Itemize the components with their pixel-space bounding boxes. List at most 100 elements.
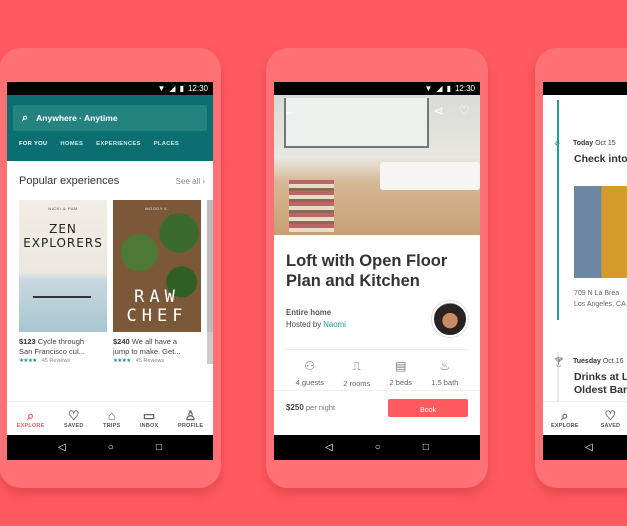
tab-profile[interactable]: ♙ PROFILE [177, 407, 204, 429]
card-cover-image [207, 200, 213, 332]
host-name-link[interactable]: Naomi [323, 320, 346, 329]
card-description: $123 Cycle through San Francisco cul... [19, 337, 107, 356]
heart-icon: ♡ [67, 407, 80, 423]
listing-photo: ← ⋖ ♡ [274, 95, 480, 235]
listing-title: Loft with Open Floor Plan and Kitchen [286, 252, 448, 290]
card-desc-1: We all have a [131, 337, 178, 346]
event-address: 709 N La Brea Los Angeles, CA [574, 288, 626, 310]
tab-label: TRIPS [103, 422, 121, 429]
window-illustration [284, 98, 429, 148]
event-date: Today Oct 15 [573, 140, 627, 147]
search-input[interactable]: ⌕ Anywhere · Anytime [13, 105, 207, 131]
tab-explore[interactable]: ⌕ EXPLORE [551, 407, 579, 429]
bed-icon: ▤ [395, 359, 407, 373]
event-title: Check into [574, 153, 627, 165]
trip-event[interactable]: 🍸︎ Tuesday Oct 16 Drinks at L Oldest Bar [553, 357, 627, 397]
tab-homes[interactable]: HOMES [60, 141, 83, 161]
system-nav-bar: ◁ [543, 435, 627, 460]
search-icon: ⌕ [26, 407, 35, 423]
card-desc-2: jump to make. Get... [113, 346, 181, 356]
tab-experiences[interactable]: EXPERIENCES [96, 141, 141, 161]
tab-label: SAVED [600, 422, 621, 429]
back-icon[interactable]: ◁ [58, 442, 66, 453]
amenity-bath: ♨ 1.5 bath [431, 359, 458, 388]
heart-icon[interactable]: ♡ [458, 103, 470, 119]
listing-type: Entire home [286, 308, 332, 317]
tab-label: INBOX [139, 422, 159, 429]
amenity-label: 2 beds [389, 378, 413, 387]
star-rating: ★★★★ [113, 358, 131, 364]
bath-icon: ♨ [439, 359, 451, 373]
share-icon[interactable]: ⋖ [433, 103, 444, 119]
book-button[interactable]: Book [388, 399, 468, 417]
home-icon[interactable]: ○ [375, 442, 381, 453]
listing-screen: ▼ ◢ ▮ 12:30 ← ⋖ ♡ Loft with Open Floor P… [274, 82, 480, 460]
experience-card[interactable]: WOODY K. RAW CHEF $240 We all have a jump… [113, 200, 201, 364]
experience-cards: NICKI & PAM ZEN EXPLORERS $123 Cycle thr… [7, 187, 213, 364]
phone-trips: ⚘ Today Oct 15 Check into 709 N La Brea L… [535, 48, 627, 488]
card-description: $240 We all have a jump to make. Get... [113, 337, 201, 356]
tab-saved[interactable]: ♡ SAVED [600, 407, 621, 429]
back-icon[interactable]: ◁ [325, 442, 333, 453]
bed-illustration [380, 162, 480, 190]
host-row: Entire home Hosted by Naomi [274, 291, 480, 337]
back-arrow-icon[interactable]: ← [284, 103, 297, 118]
top-tabs: FOR YOU HOMES EXPERIENCES PLACES [13, 131, 207, 170]
cover-title: RAW CHEF [126, 287, 188, 326]
tab-trips[interactable]: ⌂ TRIPS [103, 408, 121, 429]
cover-subtitle: NICKI & PAM [48, 206, 78, 211]
timeline-line [557, 100, 559, 320]
event-date: Tuesday Oct 16 [573, 358, 627, 365]
tab-label: SAVED [64, 422, 84, 429]
status-bar: ▼ ◢ ▮ 12:30 [7, 82, 213, 95]
amenity-guests: ⚇ 4 guests [296, 359, 324, 388]
recents-icon[interactable]: □ [156, 442, 162, 453]
event-title-1: Drinks at L [574, 371, 627, 383]
address-line-2: Los Angeles, CA [574, 301, 626, 308]
tab-explore[interactable]: ⌕ EXPLORE [17, 407, 45, 429]
address-line-1: 709 N La Brea [574, 290, 620, 297]
card-rating: ★★★★ 45 Reviews [19, 358, 107, 364]
amenity-rooms: ⎍ 2 rooms [343, 359, 370, 388]
tab-places[interactable]: PLACES [154, 141, 179, 161]
experience-card-partial[interactable] [207, 200, 213, 364]
cover-title: ZEN EXPLORERS [23, 222, 103, 250]
boat-illustration [33, 296, 91, 298]
card-rating: ★★★★ 45 Reviews [113, 358, 201, 364]
home-icon[interactable]: ○ [108, 442, 114, 453]
tab-label: EXPLORE [551, 422, 579, 429]
tab-saved[interactable]: ♡ SAVED [64, 407, 84, 429]
cover-subtitle: WOODY K. [144, 206, 170, 211]
wifi-icon: ▼ [157, 84, 166, 93]
battery-icon: ▮ [179, 84, 184, 93]
card-cover-image: WOODY K. RAW CHEF [113, 200, 201, 332]
event-title: Drinks at L Oldest Bar [574, 371, 627, 397]
card-price: $240 [113, 337, 130, 346]
host-avatar[interactable] [432, 301, 468, 337]
tab-for-you[interactable]: FOR YOU [19, 141, 48, 170]
per-night-label: per night [305, 403, 336, 412]
heart-icon: ♡ [604, 407, 617, 423]
search-icon: ⌕ [561, 407, 569, 423]
nightly-price: $250 per night [286, 403, 335, 417]
user-icon: ♙ [184, 407, 197, 423]
event-day: Tuesday [573, 358, 601, 365]
wifi-icon: ▼ [424, 84, 433, 93]
signal-icon: ◢ [169, 84, 176, 93]
tab-label: PROFILE [177, 422, 204, 429]
star-rating: ★★★★ [19, 358, 37, 364]
trip-event[interactable]: ⚘ Today Oct 15 Check into [553, 139, 627, 166]
back-icon[interactable]: ◁ [585, 442, 593, 453]
books-illustration [289, 180, 334, 232]
status-bar: ▼ ◢ ▮ 12:30 [274, 82, 480, 95]
recents-icon[interactable]: □ [423, 442, 429, 453]
see-all-link[interactable]: See all › [176, 177, 205, 186]
trips-screen: ⚘ Today Oct 15 Check into 709 N La Brea L… [543, 82, 627, 460]
amenity-label: 1.5 bath [431, 378, 459, 387]
tab-inbox[interactable]: ▭ INBOX [139, 408, 159, 429]
card-desc-1: Cycle through [37, 337, 85, 346]
hosted-by-label: Hosted by [286, 320, 322, 329]
experience-card[interactable]: NICKI & PAM ZEN EXPLORERS $123 Cycle thr… [19, 200, 107, 364]
host-info: Entire home Hosted by Naomi [286, 307, 346, 331]
price-bar: $250 per night Book [274, 390, 480, 417]
